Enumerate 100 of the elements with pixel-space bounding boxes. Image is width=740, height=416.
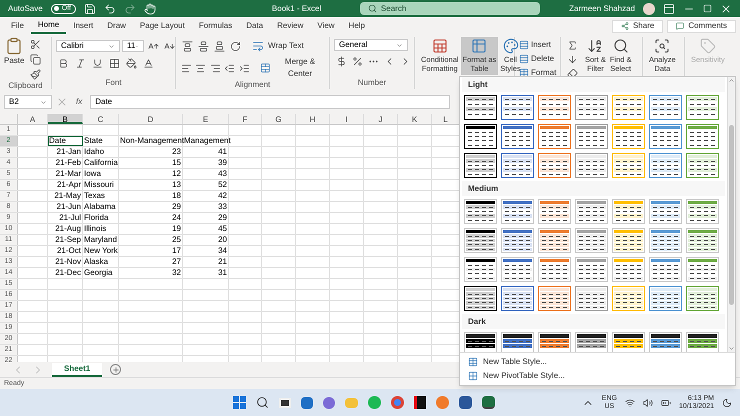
table-style-swatch[interactable]	[538, 286, 571, 311]
wrap-text-button[interactable]: Wrap Text	[252, 40, 304, 52]
table-style-swatch[interactable]	[575, 153, 608, 178]
gallery-scrollbar[interactable]	[727, 77, 735, 352]
column-header[interactable]: I	[330, 114, 364, 124]
paste-button[interactable]: Paste	[4, 37, 24, 67]
table-cell[interactable]: 43	[183, 169, 229, 179]
table-cell[interactable]: 25	[119, 235, 183, 245]
table-cell[interactable]: 45	[183, 224, 229, 234]
table-cell[interactable]: Alaska	[83, 257, 119, 267]
table-cell[interactable]: 21-Feb	[48, 158, 83, 168]
table-style-swatch[interactable]	[464, 124, 497, 149]
table-cell[interactable]: Georgia	[83, 268, 119, 278]
column-header[interactable]: C	[83, 114, 119, 124]
ribbon-tab[interactable]: Page Layout	[132, 18, 192, 34]
add-sheet-button[interactable]	[110, 364, 122, 375]
table-cell[interactable]: 42	[183, 191, 229, 201]
column-header[interactable]: F	[229, 114, 262, 124]
table-style-swatch[interactable]	[538, 95, 571, 120]
table-style-swatch[interactable]	[649, 124, 682, 149]
start-icon[interactable]	[233, 396, 246, 409]
table-style-swatch[interactable]	[501, 286, 534, 311]
column-header[interactable]: G	[262, 114, 296, 124]
table-cell[interactable]: 23	[119, 147, 183, 157]
excel-icon[interactable]	[482, 396, 495, 409]
merge-center-button[interactable]: Merge & Center	[260, 56, 326, 80]
table-style-swatch[interactable]	[686, 153, 719, 178]
table-cell[interactable]: 21-Sep	[48, 235, 83, 245]
table-style-swatch[interactable]	[538, 153, 571, 178]
table-style-swatch[interactable]	[686, 124, 719, 149]
table-cell[interactable]: 32	[119, 268, 183, 278]
borders-icon[interactable]	[107, 56, 121, 70]
widgets-icon[interactable]	[301, 396, 313, 408]
video-app-icon[interactable]	[414, 396, 426, 409]
align-middle-icon[interactable]	[196, 39, 210, 53]
column-header[interactable]: H	[296, 114, 330, 124]
font-size-field[interactable]: 11	[122, 40, 144, 52]
copy-icon[interactable]	[28, 52, 42, 66]
table-style-swatch[interactable]	[649, 153, 682, 178]
table-style-swatch[interactable]	[501, 95, 534, 120]
column-header[interactable]: K	[398, 114, 432, 124]
table-cell[interactable]: 21-May	[48, 191, 83, 201]
table-style-swatch[interactable]	[464, 153, 497, 178]
table-cell[interactable]: State	[83, 136, 119, 146]
ribbon-tab[interactable]: View	[310, 18, 342, 34]
table-cell[interactable]: Iowa	[83, 169, 119, 179]
cut-icon[interactable]	[28, 37, 42, 51]
table-cell[interactable]: 13	[119, 180, 183, 190]
formula-input[interactable]: Date	[90, 95, 450, 109]
table-cell[interactable]: 21-Jul	[48, 213, 83, 223]
table-cell[interactable]: Management	[183, 136, 229, 146]
ribbon-button[interactable]: Format	[519, 67, 556, 79]
ribbon-tab[interactable]: Review	[270, 18, 310, 34]
table-style-swatch[interactable]	[686, 286, 719, 311]
table-cell[interactable]: Florida	[83, 213, 119, 223]
column-header[interactable]: J	[364, 114, 398, 124]
table-style-swatch[interactable]	[686, 95, 719, 120]
table-style-swatch[interactable]	[464, 286, 497, 311]
table-cell[interactable]: Missouri	[83, 180, 119, 190]
table-cell[interactable]: 21	[183, 257, 229, 267]
ribbon-tab[interactable]: Data	[239, 18, 270, 34]
table-cell[interactable]: 15	[119, 158, 183, 168]
ribbon-tab[interactable]: Help	[342, 18, 372, 34]
share-button[interactable]: Share	[612, 20, 664, 32]
table-cell[interactable]: 27	[119, 257, 183, 267]
table-cell[interactable]: 18	[119, 191, 183, 201]
ribbon-tab[interactable]: Insert	[66, 18, 100, 34]
table-cell[interactable]: 31	[183, 268, 229, 278]
chat-icon[interactable]	[323, 396, 335, 408]
table-style-swatch[interactable]	[649, 95, 682, 120]
format-painter-icon[interactable]	[28, 67, 42, 81]
align-top-icon[interactable]	[180, 39, 194, 53]
table-style-swatch[interactable]	[575, 124, 608, 149]
orientation-icon[interactable]	[228, 39, 242, 53]
table-cell[interactable]: 24	[119, 213, 183, 223]
table-cell[interactable]: 34	[183, 246, 229, 256]
align-bottom-icon[interactable]	[212, 39, 226, 53]
table-cell[interactable]: Idaho	[83, 147, 119, 157]
table-cell[interactable]: Non-Management	[119, 136, 183, 146]
ribbon-tab[interactable]: Draw	[100, 18, 133, 34]
search-field[interactable]: Search	[360, 2, 540, 15]
table-cell[interactable]: 41	[183, 147, 229, 157]
table-cell[interactable]: 19	[119, 224, 183, 234]
table-cell[interactable]: Maryland	[83, 235, 119, 245]
insert-function-label[interactable]: fx	[72, 96, 86, 108]
table-cell[interactable]: 29	[119, 202, 183, 212]
fill-color-icon[interactable]	[124, 56, 138, 70]
column-header[interactable]: B	[48, 114, 83, 124]
table-style-swatch[interactable]	[575, 95, 608, 120]
table-style-swatch[interactable]	[649, 286, 682, 311]
table-cell[interactable]: 21-Apr	[48, 180, 83, 190]
table-style-swatch[interactable]	[501, 124, 534, 149]
table-cell[interactable]: Illinois	[83, 224, 119, 234]
avatar[interactable]	[643, 2, 655, 14]
browser-icon[interactable]	[391, 396, 404, 409]
ribbon-button[interactable]: Insert	[519, 39, 556, 51]
sheet-tab[interactable]: Sheet1	[52, 362, 102, 376]
table-cell[interactable]: 21-Jun	[48, 202, 83, 212]
table-style-swatch[interactable]	[464, 95, 497, 120]
table-cell[interactable]: 21-Jan	[48, 147, 83, 157]
